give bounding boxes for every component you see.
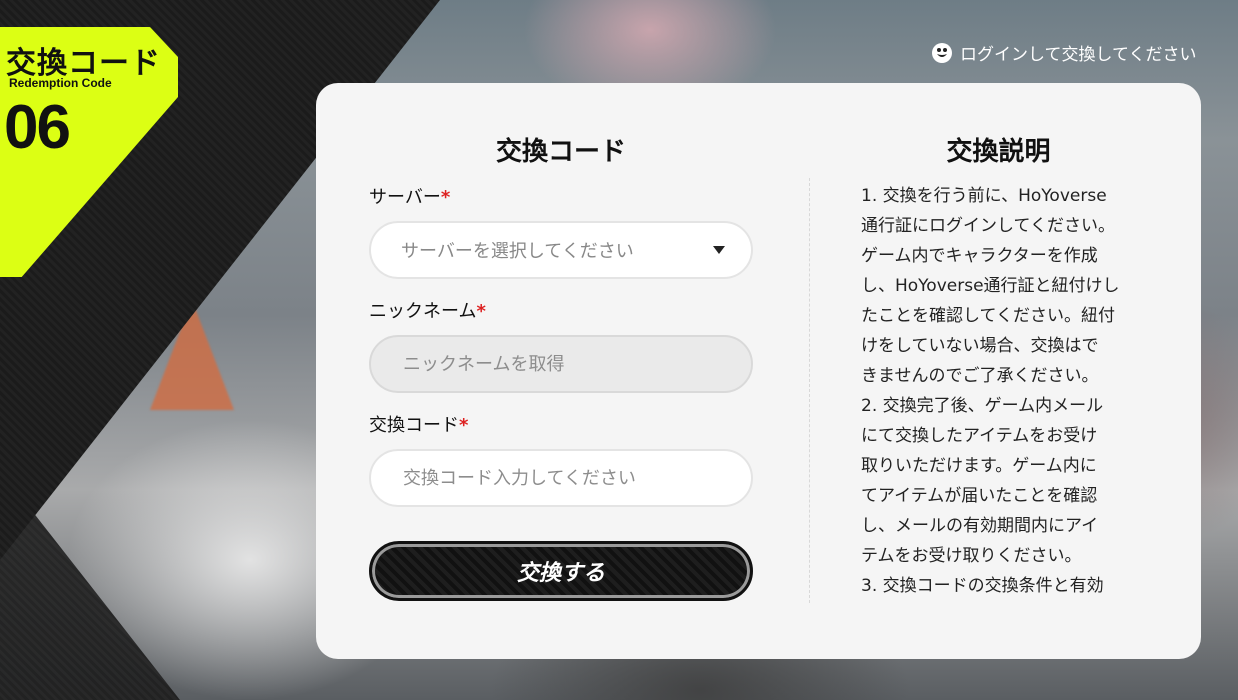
code-label: 交換コード*: [369, 411, 753, 437]
instruction-line: ゲーム内でキャラクターを作成: [861, 246, 1098, 266]
nickname-label-text: ニックネーム: [369, 301, 477, 322]
required-mark: *: [476, 301, 486, 322]
redemption-card: 交換コード サーバー* サーバーを選択してください ニックネーム* 交換コード*…: [316, 83, 1201, 659]
chevron-down-icon: [713, 246, 725, 254]
instruction-line: し、メールの有効期間内にアイ: [861, 516, 1099, 536]
user-bear-icon: [932, 42, 952, 63]
instruction-line: テムをお受け取りください。: [861, 546, 1082, 566]
form-heading: 交換コード: [495, 137, 626, 167]
instruction-line: 3. 交換コードの交換条件と有効: [861, 576, 1104, 593]
server-select[interactable]: サーバーを選択してください: [369, 221, 753, 279]
instruction-line: 1. 交換を行う前に、HoYoverse: [861, 186, 1107, 206]
instructions-text: 1. 交換を行う前に、HoYoverse 通行証にログインしてください。 ゲーム内で…: [861, 181, 1136, 593]
instruction-line: 2. 交換完了後、ゲーム内メール: [861, 396, 1104, 416]
code-label-text: 交換コード: [369, 415, 459, 436]
instruction-line: きませんのでご了承ください。: [861, 366, 1099, 386]
badge-number: 06: [4, 93, 71, 162]
instruction-line: し、HoYoverse通行証と紐付けし: [861, 276, 1120, 296]
nickname-label: ニックネーム*: [369, 297, 753, 323]
instruction-line: 取りいただけます。ゲーム内に: [861, 456, 1097, 476]
server-select-placeholder: サーバーを選択してください: [401, 241, 634, 262]
instruction-line: けをしていない場合、交換はで: [861, 336, 1099, 356]
required-mark: *: [459, 415, 469, 436]
instructions-panel: 交換説明 1. 交換を行う前に、HoYoverse 通行証にログインしてください。…: [861, 83, 1136, 593]
login-link[interactable]: ログインして交換してください: [932, 40, 1196, 65]
required-mark: *: [440, 187, 451, 208]
code-input[interactable]: [401, 466, 721, 490]
badge-subtitle: Redemption Code: [9, 76, 112, 90]
instruction-line: にて交換したアイテムをお受け: [861, 426, 1098, 446]
code-field[interactable]: [369, 449, 753, 507]
server-label-text: サーバー: [369, 187, 441, 208]
instruction-line: 通行証にログインしてください。: [861, 216, 1115, 236]
nickname-input: [401, 352, 721, 376]
server-label: サーバー*: [369, 183, 753, 209]
nickname-field: [369, 335, 753, 393]
column-divider: [809, 178, 810, 603]
instruction-line: たことを確認してください。紐付: [861, 306, 1115, 326]
login-text[interactable]: ログインして交換してください: [960, 40, 1196, 65]
instruction-line: てアイテムが届いたことを確認: [861, 486, 1098, 506]
redeem-button[interactable]: 交換する: [369, 541, 753, 601]
instructions-heading: 交換説明: [946, 137, 1051, 167]
redemption-form: 交換コード サーバー* サーバーを選択してください ニックネーム* 交換コード*…: [369, 83, 753, 601]
